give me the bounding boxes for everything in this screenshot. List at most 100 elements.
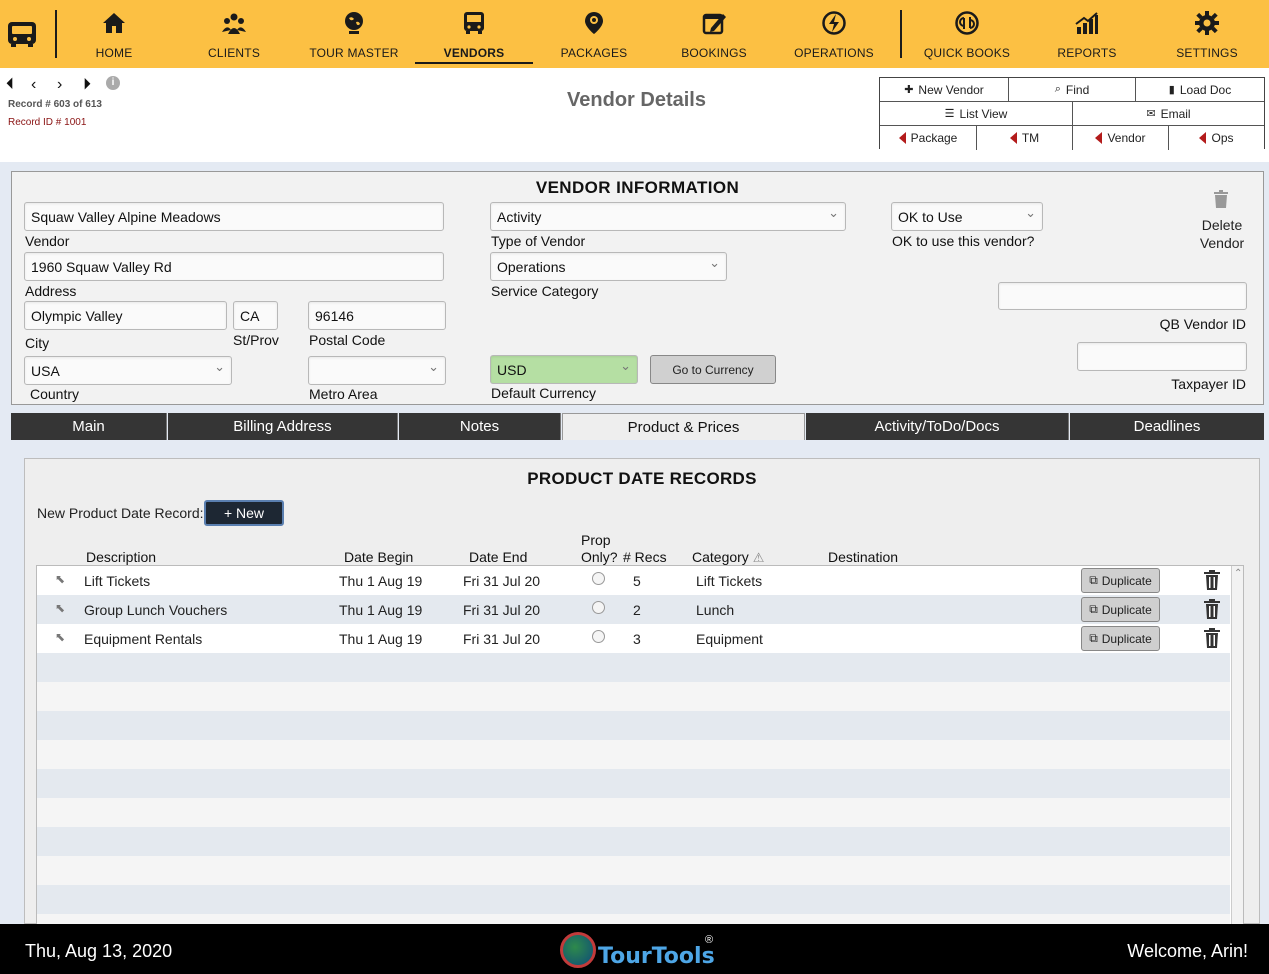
- new-product-date-record-button[interactable]: + New: [204, 500, 284, 526]
- find-button[interactable]: ⌕ Find: [1009, 78, 1136, 102]
- nav-tour-master-label: TOUR MASTER: [309, 46, 399, 60]
- col-description: Description: [86, 549, 157, 565]
- tab-notes[interactable]: Notes: [399, 413, 561, 440]
- address-label: Address: [25, 283, 77, 299]
- record-position: Record # 603 of 613: [8, 99, 102, 110]
- list-scrollbar[interactable]: [1231, 566, 1243, 924]
- back-arrow-icon: [1199, 132, 1207, 144]
- new-vendor-label: New Vendor: [918, 82, 984, 97]
- list-view-label: List View: [959, 106, 1008, 121]
- address-field[interactable]: 1960 Squaw Valley Rd: [24, 252, 444, 281]
- new-vendor-button[interactable]: ✚ New Vendor: [880, 78, 1009, 102]
- tab-billing-address[interactable]: Billing Address: [168, 413, 398, 440]
- service-category-value: Operations: [497, 258, 566, 275]
- nav-settings[interactable]: SETTINGS: [1148, 8, 1266, 64]
- info-icon[interactable]: i: [106, 76, 120, 90]
- duplicate-button[interactable]: ⧉ Duplicate: [1081, 568, 1160, 593]
- taxpayer-id-label: Taxpayer ID: [1171, 376, 1246, 392]
- row-category: Lift Tickets: [696, 573, 763, 589]
- empty-row: [37, 769, 1230, 798]
- delete-vendor-icon[interactable]: [1213, 190, 1229, 208]
- ops-button[interactable]: Ops: [1169, 126, 1264, 150]
- globe-logo-icon: [560, 932, 596, 968]
- open-record-icon[interactable]: ⬉: [55, 630, 65, 644]
- gear-icon: [1195, 11, 1219, 35]
- vendor-type-select[interactable]: Activity: [490, 202, 846, 231]
- tab-bar: Main Billing Address Notes Product & Pri…: [11, 413, 1264, 440]
- back-arrow-icon: [1095, 132, 1103, 144]
- record-id: Record ID # 1001: [8, 117, 87, 128]
- qb-vendor-id-label: QB Vendor ID: [1159, 316, 1246, 332]
- duplicate-button[interactable]: ⧉ Duplicate: [1081, 626, 1160, 651]
- trash-icon[interactable]: [1203, 628, 1221, 648]
- vendor-button[interactable]: Vendor: [1073, 126, 1169, 150]
- delete-vendor-line1: Delete: [1201, 217, 1243, 233]
- open-record-icon[interactable]: ⬉: [55, 572, 65, 586]
- row-prop-only-radio[interactable]: [592, 601, 605, 614]
- metro-area-label: Metro Area: [309, 386, 378, 402]
- tm-button[interactable]: TM: [977, 126, 1073, 150]
- nav-packages[interactable]: PACKAGES: [535, 8, 653, 64]
- back-arrow-icon: [898, 132, 906, 144]
- default-currency-select[interactable]: USD: [490, 355, 638, 384]
- table-row[interactable]: ⬉ Equipment Rentals Thu 1 Aug 19 Fri 31 …: [37, 624, 1230, 653]
- nav-operations[interactable]: OPERATIONS: [775, 8, 893, 64]
- nav-reports-label: REPORTS: [1057, 46, 1117, 60]
- city-field[interactable]: Olympic Valley: [24, 301, 227, 330]
- plus-icon: ✚: [904, 84, 914, 96]
- previous-record-button[interactable]: ‹: [31, 76, 36, 94]
- nav-bookings[interactable]: BOOKINGS: [655, 8, 773, 64]
- state-field[interactable]: CA: [233, 301, 278, 330]
- edit-calendar-icon: [702, 13, 726, 35]
- trash-icon[interactable]: [1203, 570, 1221, 590]
- country-select[interactable]: USA: [24, 356, 232, 385]
- row-description: Equipment Rentals: [84, 631, 203, 647]
- nav-home[interactable]: HOME: [55, 8, 173, 64]
- col-date-end: Date End: [469, 549, 528, 565]
- nav-quick-books[interactable]: QUICK BOOKS: [908, 8, 1026, 64]
- email-button[interactable]: ✉ Email: [1073, 102, 1264, 126]
- table-row[interactable]: ⬉ Group Lunch Vouchers Thu 1 Aug 19 Fri …: [37, 595, 1230, 624]
- package-button[interactable]: Package: [880, 126, 977, 150]
- tab-activity-todo-docs[interactable]: Activity/ToDo/Docs: [806, 413, 1069, 440]
- find-label: Find: [1065, 82, 1090, 97]
- nav-tour-master[interactable]: TOUR MASTER: [295, 8, 413, 64]
- state-label: St/Prov: [233, 332, 279, 348]
- nav-clients[interactable]: CLIENTS: [175, 8, 293, 64]
- list-view-button[interactable]: ☰ List View: [880, 102, 1073, 126]
- load-doc-button[interactable]: ▮ Load Doc: [1136, 78, 1264, 102]
- tab-main[interactable]: Main: [11, 413, 167, 440]
- postal-code-field[interactable]: 96146: [308, 301, 446, 330]
- service-category-select[interactable]: Operations: [490, 252, 727, 281]
- nav-reports[interactable]: REPORTS: [1028, 8, 1146, 64]
- new-product-date-record-label: New Product Date Record:: [37, 505, 204, 521]
- vendor-name-field[interactable]: Squaw Valley Alpine Meadows: [24, 202, 444, 231]
- row-prop-only-radio[interactable]: [592, 630, 605, 643]
- ok-to-use-select[interactable]: OK to Use: [891, 202, 1043, 231]
- page-title: Vendor Details: [567, 89, 706, 111]
- tab-deadlines[interactable]: Deadlines: [1070, 413, 1264, 440]
- trash-icon[interactable]: [1203, 599, 1221, 619]
- taxpayer-id-field[interactable]: [1077, 342, 1247, 371]
- row-date-begin: Thu 1 Aug 19: [339, 602, 423, 618]
- next-record-button[interactable]: ›: [57, 76, 62, 94]
- footer-date: Thu, Aug 13, 2020: [25, 941, 173, 961]
- duplicate-button[interactable]: ⧉ Duplicate: [1081, 597, 1160, 622]
- country-value: USA: [31, 362, 60, 379]
- table-row[interactable]: ⬉ Lift Tickets Thu 1 Aug 19 Fri 31 Jul 2…: [37, 566, 1230, 595]
- nav-vendors[interactable]: VENDORS: [415, 8, 533, 64]
- first-record-button[interactable]: ⏴: [6, 76, 14, 94]
- row-prop-only-radio[interactable]: [592, 572, 605, 585]
- col-prop-only-line1: Prop: [581, 532, 611, 548]
- open-record-icon[interactable]: ⬉: [55, 601, 65, 615]
- qb-vendor-id-field[interactable]: [998, 282, 1247, 310]
- last-record-button[interactable]: ⏵: [83, 76, 91, 94]
- row-date-end: Fri 31 Jul 20: [463, 631, 541, 647]
- tab-product-prices[interactable]: Product & Prices: [562, 413, 805, 440]
- go-to-currency-button[interactable]: Go to Currency: [650, 355, 776, 384]
- empty-row: [37, 740, 1230, 769]
- metro-area-select[interactable]: [308, 356, 446, 385]
- back-arrow-icon: [1009, 132, 1017, 144]
- email-label: Email: [1160, 106, 1191, 121]
- delete-vendor-label[interactable]: Delete Vendor: [1182, 216, 1262, 252]
